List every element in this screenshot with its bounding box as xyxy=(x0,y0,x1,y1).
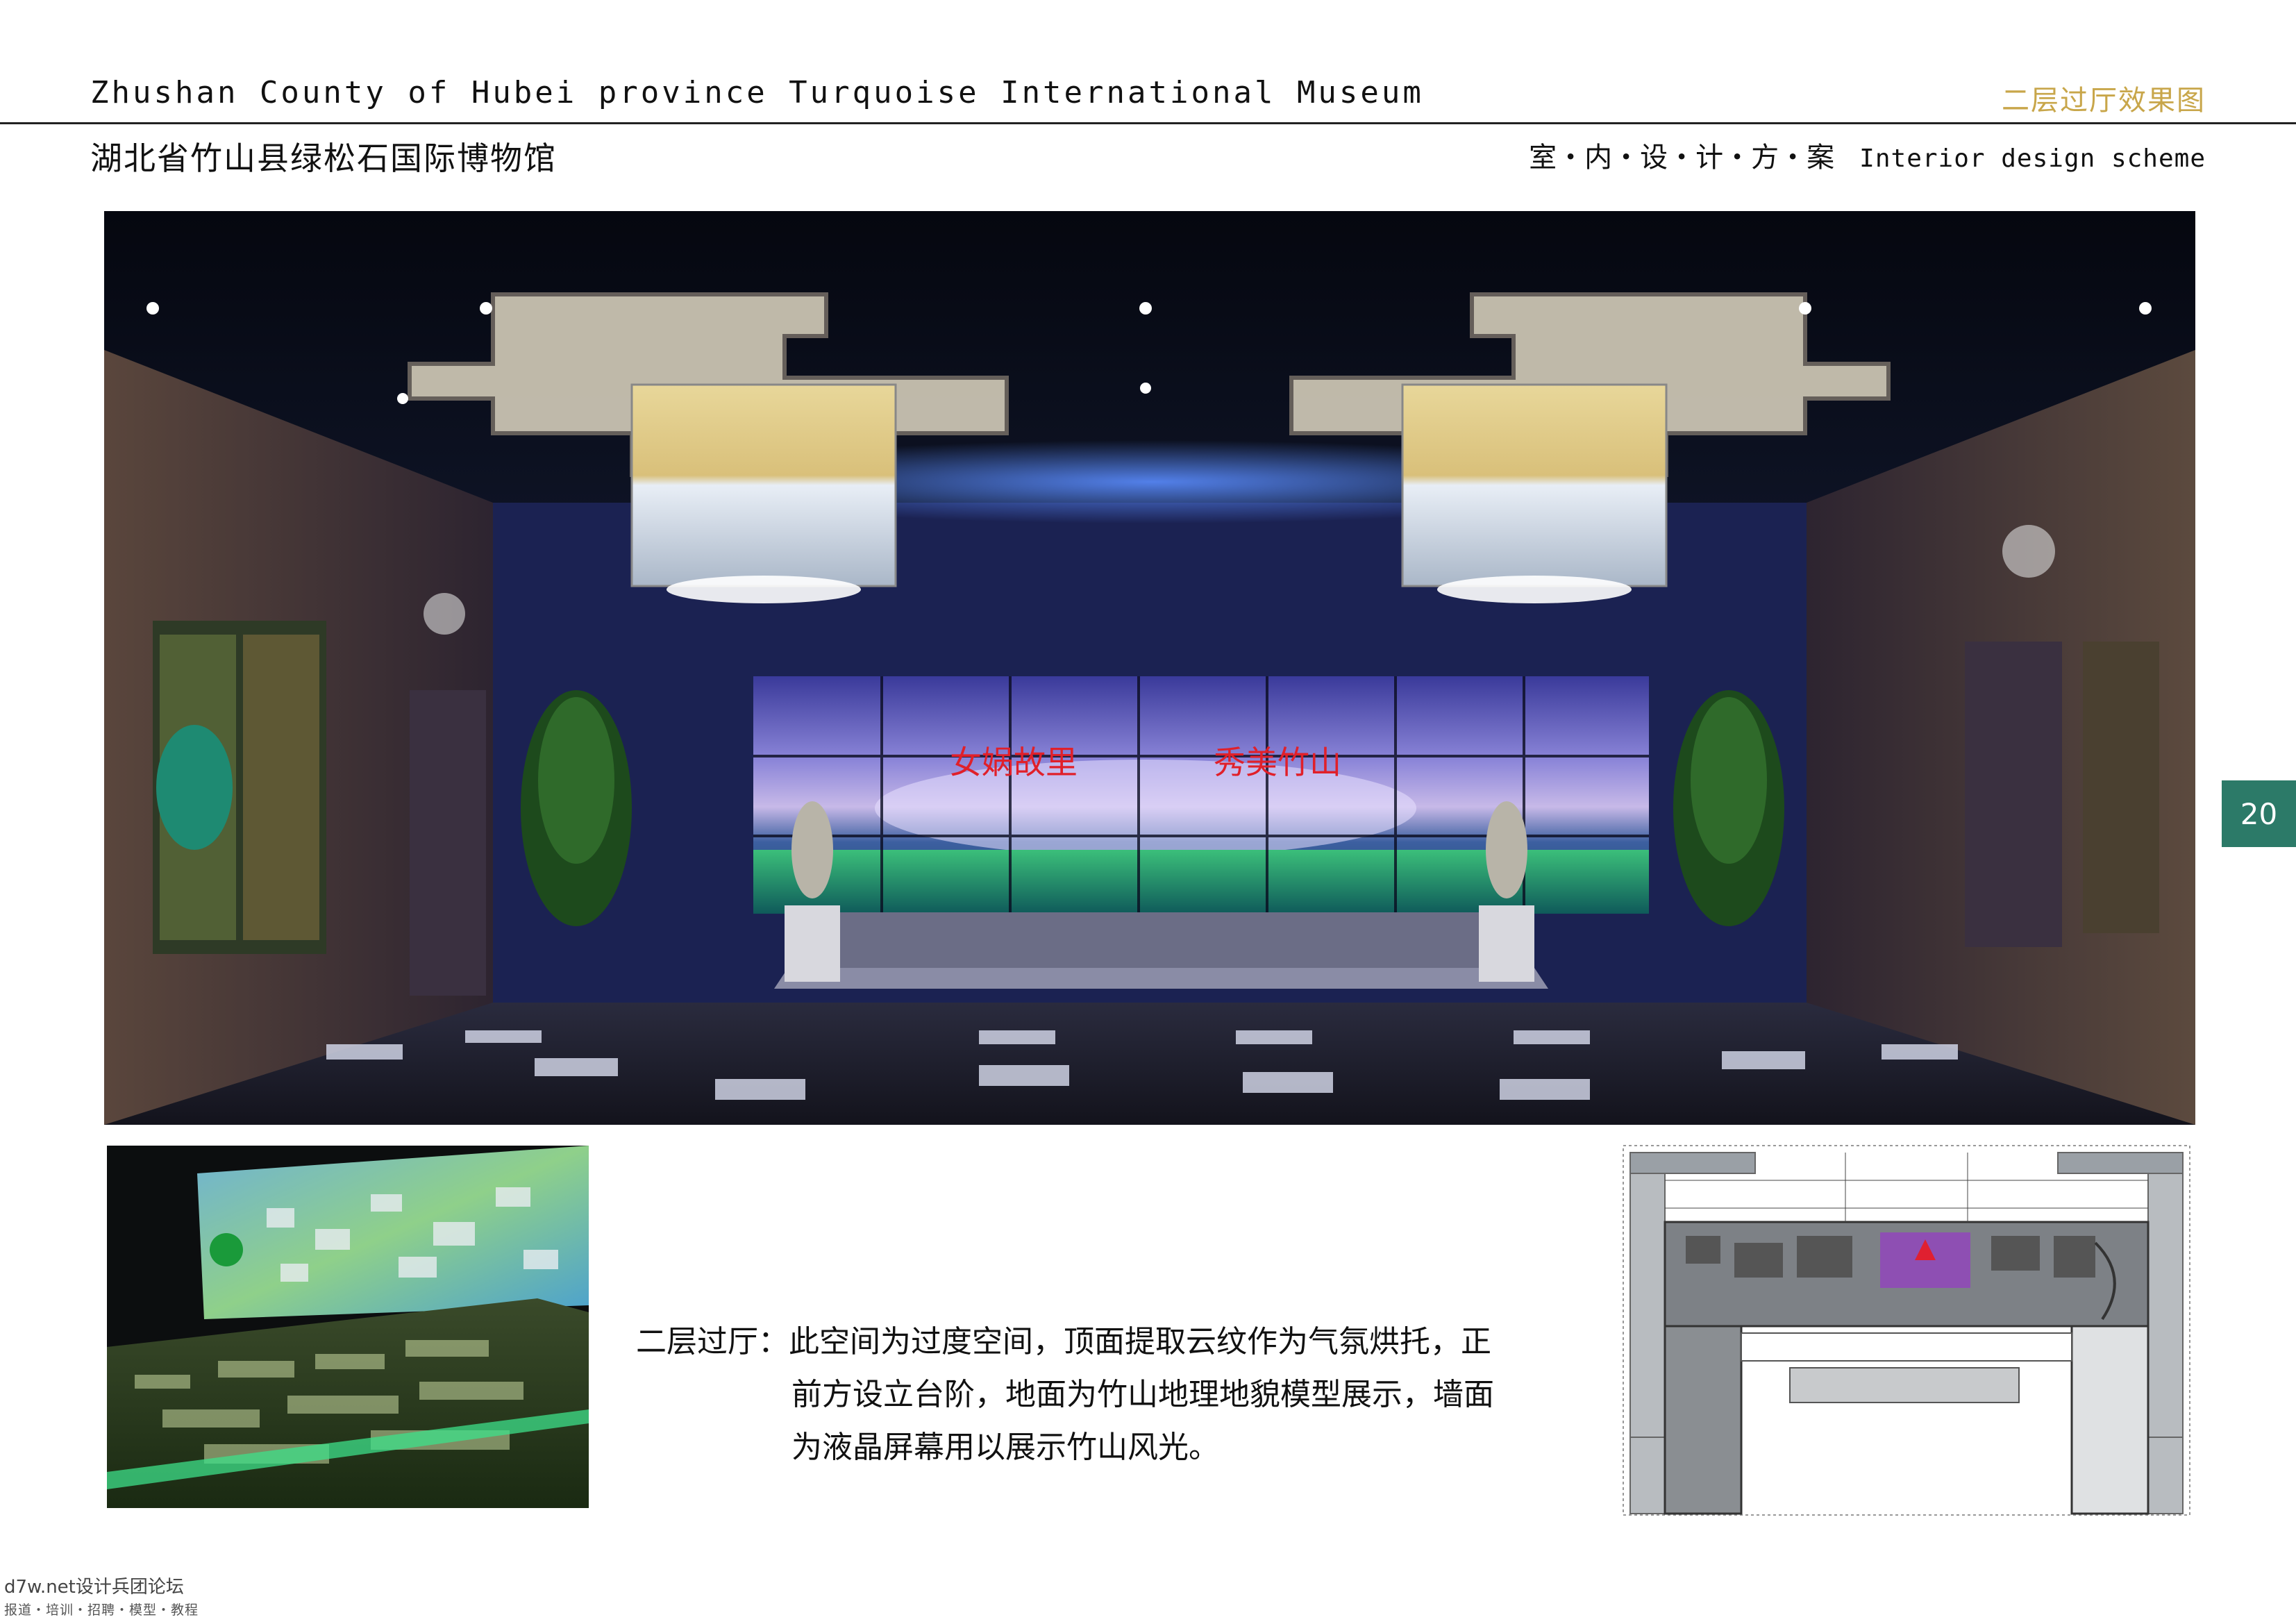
screen-text-right: 秀美竹山 xyxy=(1214,744,1341,781)
description-label: 二层过厅： xyxy=(636,1324,789,1359)
lobby-render-image: 女娲故里 秀美竹山 xyxy=(104,211,2195,1125)
header-english-title: Zhushan County of Hubei province Turquoi… xyxy=(90,75,1424,110)
subtitle-cn: 室・内・设・计・方・案 xyxy=(1529,142,1835,174)
subtitle-en: Interior design scheme xyxy=(1859,144,2206,173)
watermark-main: d7w.net设计兵团论坛 xyxy=(4,1577,184,1598)
description-line: 为液晶屏幕用以展示竹山风光。 xyxy=(791,1430,1219,1465)
watermark-sub: 报道・培训・招聘・模型・教程 xyxy=(4,1602,199,1618)
description-line: 此空间为过度空间，顶面提取云纹作为气氛烘托，正 xyxy=(789,1324,1491,1359)
watermark: d7w.net设计兵团论坛 报道・培训・招聘・模型・教程 xyxy=(4,1573,199,1618)
description-line: 前方设立台阶，地面为竹山地理地貌模型展示，墙面 xyxy=(791,1377,1494,1412)
page-title: 二层过厅效果图 xyxy=(2002,85,2206,117)
page-number-tab: 20 xyxy=(2222,780,2296,847)
header-divider xyxy=(0,122,2296,124)
floor-plan-image xyxy=(1616,1139,2197,1522)
header-subtitle: 室・内・设・计・方・案 Interior design scheme xyxy=(1529,135,2206,175)
header-chinese-title: 湖北省竹山县绿松石国际博物馆 xyxy=(90,140,557,177)
terrain-model-image xyxy=(107,1146,589,1508)
screen-text-left: 女娲故里 xyxy=(950,744,1078,781)
description-block: 二层过厅： 此空间为过度空间，顶面提取云纹作为气氛烘托，正 前方设立台阶，地面为… xyxy=(636,1316,1511,1474)
